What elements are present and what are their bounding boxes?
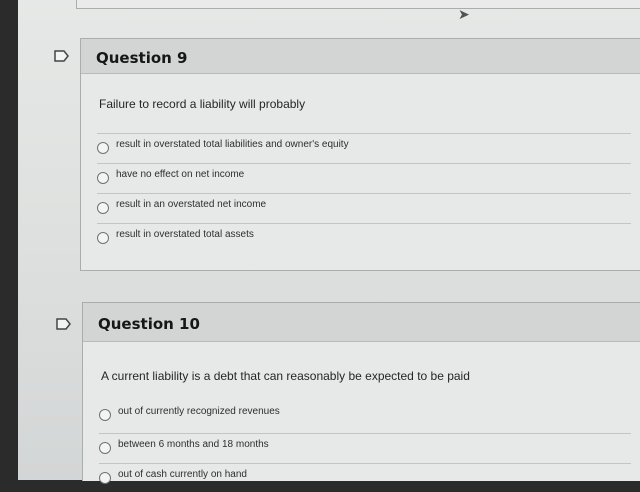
previous-question-border [76,0,640,9]
radio-button[interactable] [97,172,109,184]
cursor-arrow-icon: ➤ [458,6,470,22]
radio-button[interactable] [97,232,109,244]
radio-button[interactable] [99,442,111,454]
question-9-option-4[interactable]: result in overstated total assets [97,223,631,252]
radio-button[interactable] [97,142,109,154]
option-label: have no effect on net income [116,169,245,180]
option-label: result in an overstated net income [116,199,267,210]
option-label: out of currently recognized revenues [118,406,280,417]
radio-button[interactable] [99,409,111,421]
question-10-option-1[interactable]: out of currently recognized revenues [99,401,631,429]
option-label: between 6 months and 18 months [118,439,269,450]
question-10-marker-icon[interactable] [56,318,72,330]
question-10-card: Question 10 A current liability is a deb… [82,302,640,484]
option-label: result in overstated total assets [116,229,254,240]
question-9-option-3[interactable]: result in an overstated net income [97,193,631,222]
question-10-option-3[interactable]: out of cash currently on hand [99,463,631,492]
option-label: out of cash currently on hand [118,469,247,480]
option-label: result in overstated total liabilities a… [116,139,349,150]
question-9-title: Question 9 [96,49,188,67]
question-9-header: Question 9 [81,39,640,74]
question-10-header: Question 10 [83,303,640,342]
quiz-screen: ➤ Question 9 Failure to record a liabili… [18,0,640,484]
radio-button[interactable] [99,472,111,484]
question-10-option-2[interactable]: between 6 months and 18 months [99,433,631,462]
question-9-marker-icon[interactable] [54,50,70,62]
radio-button[interactable] [97,202,109,214]
question-9-option-2[interactable]: have no effect on net income [97,163,631,192]
question-9-card: Question 9 Failure to record a liability… [80,38,640,271]
question-9-text: Failure to record a liability will proba… [99,97,306,111]
question-10-text: A current liability is a debt that can r… [101,369,470,383]
question-10-title: Question 10 [98,315,200,333]
question-9-option-1[interactable]: result in overstated total liabilities a… [97,133,631,162]
